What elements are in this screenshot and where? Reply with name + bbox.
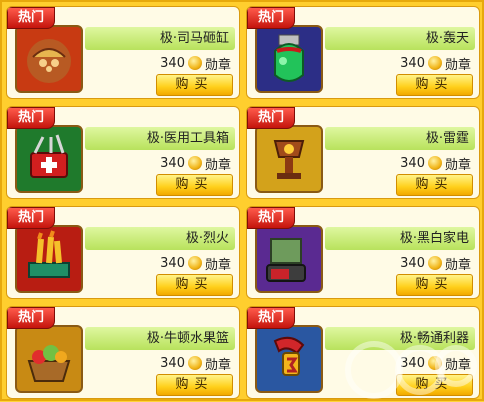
price-value: 340 — [160, 55, 185, 71]
buy-button[interactable]: 购买 — [396, 74, 473, 96]
hot-badge: 热门 — [7, 207, 55, 229]
medal-coin-icon — [187, 256, 202, 270]
item-name: 极·牛顿水果篮 — [146, 331, 229, 346]
shop-item-card: 热门 极·畅通利器 340 勋章 购买 — [246, 306, 480, 399]
item-name-bar: 极·黑白家电 — [325, 227, 475, 250]
buy-button[interactable]: 购买 — [156, 274, 233, 296]
item-name: 极·医用工具箱 — [146, 131, 229, 146]
medal-coin-icon — [427, 256, 442, 270]
hot-badge: 热门 — [247, 7, 295, 29]
currency-label: 勋章 — [204, 57, 231, 73]
buy-button[interactable]: 购买 — [156, 374, 233, 396]
price-row: 340 勋章 — [160, 54, 231, 73]
tool-icon[interactable] — [255, 325, 323, 393]
currency-label: 勋章 — [444, 57, 471, 73]
currency-label: 勋章 — [204, 357, 231, 373]
hot-badge: 热门 — [7, 107, 55, 129]
currency-label: 勋章 — [444, 157, 471, 173]
medal-coin-icon — [427, 56, 442, 70]
currency-label: 勋章 — [444, 357, 471, 373]
price-value: 340 — [160, 355, 185, 371]
medal-coin-icon — [187, 356, 202, 370]
medal-coin-icon — [427, 156, 442, 170]
item-name: 极·司马砸缸 — [159, 31, 229, 46]
medkit-icon[interactable] — [15, 125, 83, 193]
tv-icon[interactable] — [255, 225, 323, 293]
shop-panel: 热门 极·司马砸缸 340 勋章 购买 热门 极·轰天 340 勋章 购买 热门… — [0, 0, 484, 401]
price-row: 340 勋章 — [400, 254, 471, 273]
shop-item-card: 热门 极·烈火 340 勋章 购买 — [6, 206, 240, 299]
price-row: 340 勋章 — [160, 154, 231, 173]
price-row: 340 勋章 — [160, 254, 231, 273]
item-name: 极·雷霆 — [425, 131, 469, 146]
shop-item-card: 热门 极·雷霆 340 勋章 购买 — [246, 106, 480, 199]
currency-label: 勋章 — [204, 157, 231, 173]
item-name-bar: 极·畅通利器 — [325, 327, 475, 350]
item-name: 极·黑白家电 — [399, 231, 469, 246]
potion-icon[interactable] — [255, 25, 323, 93]
hot-badge: 热门 — [247, 207, 295, 229]
item-name-bar: 极·雷霆 — [325, 127, 475, 150]
buy-button[interactable]: 购买 — [396, 274, 473, 296]
item-name: 极·轰天 — [425, 31, 469, 46]
item-name-bar: 极·轰天 — [325, 27, 475, 50]
buy-button[interactable]: 购买 — [396, 374, 473, 396]
buy-button[interactable]: 购买 — [156, 74, 233, 96]
hot-badge: 热门 — [7, 307, 55, 329]
hot-badge: 热门 — [247, 107, 295, 129]
price-value: 340 — [160, 155, 185, 171]
item-name: 极·烈火 — [185, 231, 229, 246]
item-name-bar: 极·牛顿水果篮 — [85, 327, 235, 350]
item-name-bar: 极·烈火 — [85, 227, 235, 250]
shop-item-card: 热门 极·轰天 340 勋章 购买 — [246, 6, 480, 99]
buy-button[interactable]: 购买 — [156, 174, 233, 196]
shop-item-card: 热门 极·医用工具箱 340 勋章 购买 — [6, 106, 240, 199]
medal-coin-icon — [187, 156, 202, 170]
item-name-bar: 极·司马砸缸 — [85, 27, 235, 50]
shop-item-card: 热门 极·司马砸缸 340 勋章 购买 — [6, 6, 240, 99]
price-row: 340 勋章 — [400, 354, 471, 373]
hot-badge: 热门 — [7, 7, 55, 29]
trophy-icon[interactable] — [255, 125, 323, 193]
item-name-bar: 极·医用工具箱 — [85, 127, 235, 150]
price-value: 340 — [400, 355, 425, 371]
shop-item-card: 热门 极·牛顿水果篮 340 勋章 购买 — [6, 306, 240, 399]
fire-icon[interactable] — [15, 225, 83, 293]
price-row: 340 勋章 — [400, 154, 471, 173]
buy-button[interactable]: 购买 — [396, 174, 473, 196]
medal-coin-icon — [187, 56, 202, 70]
shop-item-card: 热门 极·黑白家电 340 勋章 购买 — [246, 206, 480, 299]
price-row: 340 勋章 — [160, 354, 231, 373]
hot-badge: 热门 — [247, 307, 295, 329]
item-grid: 热门 极·司马砸缸 340 勋章 购买 热门 极·轰天 340 勋章 购买 热门… — [6, 6, 482, 399]
price-value: 340 — [400, 255, 425, 271]
price-value: 340 — [160, 255, 185, 271]
sack-icon[interactable] — [15, 25, 83, 93]
currency-label: 勋章 — [444, 257, 471, 273]
medal-coin-icon — [427, 356, 442, 370]
currency-label: 勋章 — [204, 257, 231, 273]
price-value: 340 — [400, 55, 425, 71]
price-row: 340 勋章 — [400, 54, 471, 73]
fruit-basket-icon[interactable] — [15, 325, 83, 393]
item-name: 极·畅通利器 — [399, 331, 469, 346]
price-value: 340 — [400, 155, 425, 171]
